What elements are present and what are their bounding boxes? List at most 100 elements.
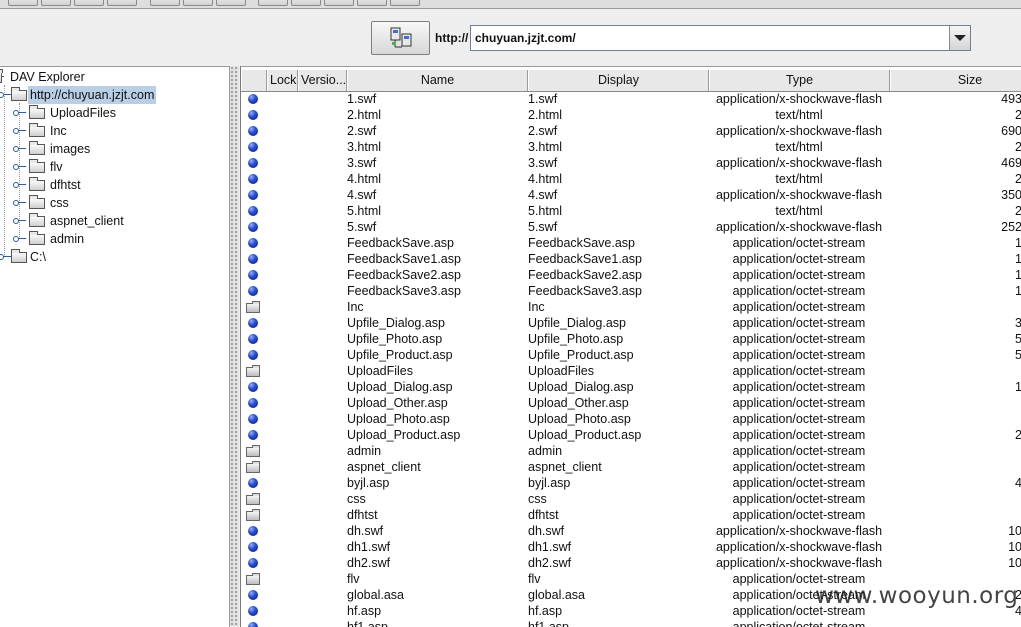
url-input[interactable]: chuyuan.jzjt.com/ xyxy=(470,25,971,51)
cell-name: dh2.swf xyxy=(347,556,391,570)
column-header-size[interactable]: Size xyxy=(890,70,1021,91)
table-row[interactable]: dh1.swf dh1.swf application/x-shockwave-fl… xyxy=(241,539,1021,555)
table-row[interactable]: byjl.asp byjl.asp application/octet-stream… xyxy=(241,475,1021,491)
table-row[interactable]: Upfile_Dialog.asp Upfile_Dialog.asp applic… xyxy=(241,315,1021,331)
tree-node-label: admin xyxy=(50,232,85,246)
table-row[interactable]: FeedbackSave.asp FeedbackSave.asp applicat… xyxy=(241,235,1021,251)
table-row[interactable]: 3.html 3.html text/html 2 xyxy=(241,139,1021,155)
table-row[interactable]: 3.swf 3.swf application/x-shockwave-flash 4… xyxy=(241,155,1021,171)
cell-size: 5 xyxy=(890,347,1021,363)
table-header: Lock Versio... Name Display Type Size xyxy=(241,70,1021,92)
tree-node-folder[interactable]: aspnet_client xyxy=(0,212,220,230)
table-row[interactable]: 4.swf 4.swf application/x-shockwave-flash 3… xyxy=(241,187,1021,203)
toolbar-button[interactable] xyxy=(216,0,246,6)
table-row[interactable]: aspnet_client aspnet_client application/oc… xyxy=(241,459,1021,475)
tree-node-host[interactable]: http://chuyuan.jzjt.com xyxy=(0,86,220,104)
toolbar-button[interactable] xyxy=(390,0,420,6)
tree-node-folder[interactable]: Inc xyxy=(0,122,220,140)
column-header-lock[interactable]: Lock xyxy=(267,70,298,91)
toolbar-button[interactable] xyxy=(41,0,71,6)
table-row[interactable]: Upload_Other.asp Upload_Other.asp applicat… xyxy=(241,395,1021,411)
url-dropdown-button[interactable] xyxy=(949,26,970,50)
folder-tree[interactable]: DAV Explorer http://chuyuan.jzjt.com Upl… xyxy=(0,66,230,627)
table-row[interactable]: 4.html 4.html text/html 2 xyxy=(241,171,1021,187)
tree-node-folder[interactable]: dfhtst xyxy=(0,176,220,194)
folder-icon xyxy=(246,365,260,377)
table-row[interactable]: UploadFiles UploadFiles application/octet-… xyxy=(241,363,1021,379)
table-row[interactable]: 5.html 5.html text/html 2 xyxy=(241,203,1021,219)
table-row[interactable]: FeedbackSave1.asp FeedbackSave1.asp applic… xyxy=(241,251,1021,267)
toolbar-button[interactable] xyxy=(107,0,137,6)
tree-node-drive[interactable]: C:\ xyxy=(0,248,220,266)
table-row[interactable]: Upload_Dialog.asp Upload_Dialog.asp applic… xyxy=(241,379,1021,395)
expand-handle-icon[interactable] xyxy=(13,128,26,134)
tree-node-folder[interactable]: flv xyxy=(0,158,220,176)
table-row[interactable]: 2.html 2.html text/html 2 xyxy=(241,107,1021,123)
table-row[interactable]: dh2.swf dh2.swf application/x-shockwave-fl… xyxy=(241,555,1021,571)
expand-handle-icon[interactable] xyxy=(13,146,26,152)
cell-name: 4.html xyxy=(347,172,382,186)
cell-name: FeedbackSave1.asp xyxy=(347,252,461,266)
cell-type: text/html xyxy=(775,140,823,154)
table-row[interactable]: Upload_Photo.asp Upload_Photo.asp applicat… xyxy=(241,411,1021,427)
cell-name: flv xyxy=(347,572,360,586)
toolbar-button[interactable] xyxy=(357,0,387,6)
table-row[interactable]: 1.swf 1.swf application/x-shockwave-flash 4… xyxy=(241,91,1021,107)
column-header-type[interactable]: Type xyxy=(709,70,890,91)
toolbar-button[interactable] xyxy=(291,0,321,6)
toolbar-button[interactable] xyxy=(74,0,104,6)
table-row[interactable]: Inc Inc application/octet-stream xyxy=(241,299,1021,315)
cell-display: admin xyxy=(528,444,563,458)
expand-handle-icon[interactable] xyxy=(13,236,26,242)
toolbar-button[interactable] xyxy=(183,0,213,6)
file-table[interactable]: Lock Versio... Name Display Type Size 1.… xyxy=(240,66,1021,627)
cell-name: admin xyxy=(347,444,382,458)
tree-node-folder[interactable]: UploadFiles xyxy=(0,104,220,122)
tree-node-folder[interactable]: admin xyxy=(0,230,220,248)
column-header-icon[interactable] xyxy=(241,70,267,91)
toolbar-button[interactable] xyxy=(8,0,38,6)
cell-display: global.asa xyxy=(528,588,585,602)
table-row[interactable]: Upfile_Photo.asp Upfile_Photo.asp applicat… xyxy=(241,331,1021,347)
column-header-display[interactable]: Display xyxy=(528,70,709,91)
cell-display: Upload_Product.asp xyxy=(528,428,642,442)
expand-handle-icon[interactable] xyxy=(13,200,26,206)
expand-handle-icon[interactable] xyxy=(13,182,26,188)
table-row[interactable]: dh.swf dh.swf application/x-shockwave-flas… xyxy=(241,523,1021,539)
expand-handle-icon[interactable] xyxy=(13,218,26,224)
tree-node-root[interactable]: DAV Explorer xyxy=(0,68,220,86)
cell-display: Upload_Dialog.asp xyxy=(528,380,634,394)
cell-size: 10 xyxy=(1008,540,1021,554)
table-row[interactable]: FeedbackSave3.asp FeedbackSave3.asp applic… xyxy=(241,283,1021,299)
toolbar-button[interactable] xyxy=(324,0,354,6)
pane-splitter[interactable] xyxy=(230,66,239,626)
cell-name: 3.swf xyxy=(347,156,377,170)
table-row[interactable]: css css application/octet-stream xyxy=(241,491,1021,507)
collapse-handle-icon[interactable] xyxy=(0,92,11,98)
tree-node-folder[interactable]: css xyxy=(0,194,220,212)
expand-handle-icon[interactable] xyxy=(13,164,26,170)
file-icon xyxy=(248,238,258,248)
cell-display: 3.html xyxy=(528,140,563,154)
expand-handle-icon[interactable] xyxy=(0,254,11,260)
table-row[interactable]: dfhtst dfhtst application/octet-stream xyxy=(241,507,1021,523)
table-row[interactable]: 5.swf 5.swf application/x-shockwave-flash 2… xyxy=(241,219,1021,235)
cell-size: 1 xyxy=(890,267,1021,283)
cell-display: UploadFiles xyxy=(528,364,595,378)
cell-name: 1.swf xyxy=(347,92,377,106)
column-header-name[interactable]: Name xyxy=(347,70,528,91)
column-header-version[interactable]: Versio... xyxy=(298,70,347,91)
table-row[interactable]: Upload_Product.asp Upload_Product.asp appl… xyxy=(241,427,1021,443)
tree-node-folder[interactable]: images xyxy=(0,140,220,158)
table-row[interactable]: 2.swf 2.swf application/x-shockwave-flash 6… xyxy=(241,123,1021,139)
connect-button[interactable] xyxy=(371,21,430,55)
toolbar-button[interactable] xyxy=(258,0,288,6)
file-icon xyxy=(248,94,258,104)
toolbar-button[interactable] xyxy=(150,0,180,6)
cell-size xyxy=(890,491,1021,507)
cell-type: text/html xyxy=(775,172,823,186)
table-row[interactable]: Upfile_Product.asp Upfile_Product.asp appl… xyxy=(241,347,1021,363)
table-row[interactable]: admin admin application/octet-stream xyxy=(241,443,1021,459)
table-row[interactable]: FeedbackSave2.asp FeedbackSave2.asp applic… xyxy=(241,267,1021,283)
expand-handle-icon[interactable] xyxy=(13,110,26,116)
